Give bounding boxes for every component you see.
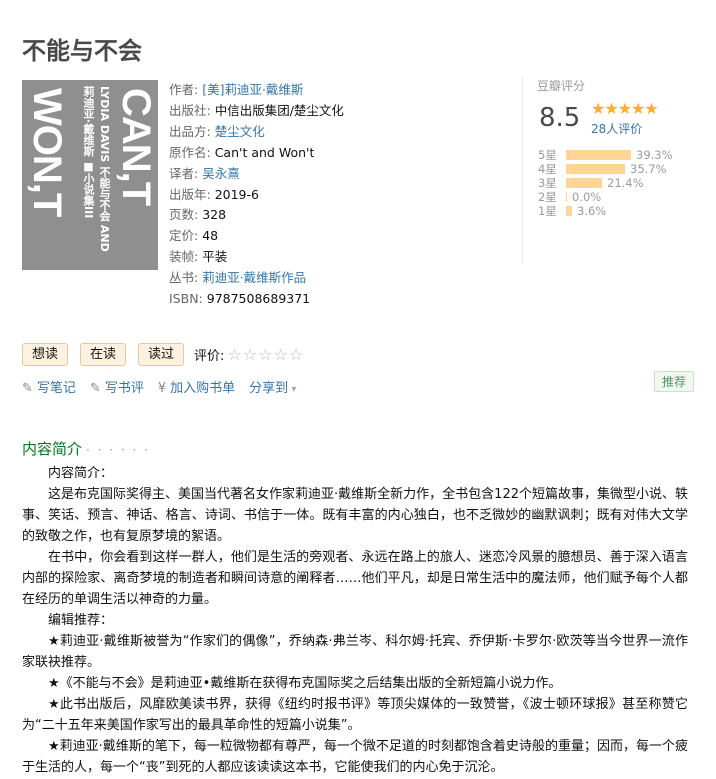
info-label: 定价: bbox=[169, 228, 199, 244]
rating-bar-fill bbox=[566, 150, 631, 160]
intro-paragraph: 在书中，你会看到这样一群人，他们是生活的旁观者、永远在路上的旅人、迷恋冷风景的臆… bbox=[22, 550, 688, 607]
write-review-label[interactable]: 写书评 bbox=[105, 381, 144, 396]
info-label: 装帧: bbox=[169, 249, 199, 265]
rating-bar-row: 1星 3.6% bbox=[538, 204, 673, 218]
rating-bar-fill bbox=[566, 192, 567, 202]
rate-stars-input[interactable]: ☆☆☆☆☆ bbox=[227, 345, 304, 364]
original-title-value: Can't and Won't bbox=[214, 144, 315, 160]
write-note-label[interactable]: 写笔记 bbox=[37, 381, 76, 396]
info-row-binding: 装帧: 平装 bbox=[169, 247, 344, 268]
rating-bar-percent: 0.0% bbox=[572, 190, 602, 204]
intro-paragraph: ★《不能与不会》是莉迪亚•戴维斯在获得布克国际奖之后结集出版的全新短篇小说力作。 bbox=[48, 676, 562, 691]
translator-link[interactable]: 吴永熹 bbox=[202, 166, 240, 181]
write-note-link[interactable]: ✎ 写笔记 bbox=[22, 377, 76, 396]
recommend-button[interactable]: 推荐 bbox=[654, 371, 695, 392]
book-cover[interactable]: WON,T 莉迪亚·戴维斯 ■小说集III LYDIA DAVIS 不能与不会 … bbox=[22, 80, 158, 270]
want-to-read-button[interactable]: 想读 bbox=[22, 343, 69, 366]
info-row-year: 出版年: 2019-6 bbox=[169, 185, 344, 206]
info-label: 页数: bbox=[169, 207, 199, 223]
have-read-button[interactable]: 读过 bbox=[138, 343, 185, 366]
intro-text: 内容简介： 这是布克国际奖得主、美国当代著名女作家莉迪亚·戴维斯全新力作，全书包含… bbox=[22, 463, 688, 778]
year-value: 2019-6 bbox=[214, 186, 259, 202]
chevron-down-icon: ▾ bbox=[288, 384, 297, 395]
rating-distribution: 5星 39.3% 4星 35.7% 3星 21.4% 2星 0.0% 1星 3.6% bbox=[538, 148, 673, 218]
reading-button[interactable]: 在读 bbox=[80, 343, 127, 366]
rating-panel: 豆瓣评分 8.5 ★★★★★ 28人评价 5星 39.3% 4星 35.7% 3星 21.… bbox=[522, 77, 711, 263]
rating-score: 8.5 bbox=[539, 103, 581, 133]
pencil-icon: ✎ bbox=[89, 381, 101, 396]
add-to-cart-label[interactable]: 加入购书单 bbox=[170, 381, 235, 396]
info-row-author: 作者: [美]莉迪亚·戴维斯 bbox=[169, 80, 344, 101]
info-row-isbn: ISBN: 9787508689371 bbox=[169, 289, 344, 310]
rating-count-link[interactable]: 28人评价 bbox=[591, 120, 642, 137]
price-value: 48 bbox=[202, 228, 219, 244]
info-label: 译者: bbox=[169, 165, 199, 181]
intro-paragraph: ★莉迪亚·戴维斯的笔下，每一粒微物都有尊严，每一个微不足道的时刻都饱含着史诗般的… bbox=[22, 739, 688, 775]
rating-bar-fill bbox=[566, 206, 572, 216]
intro-paragraph: ★莉迪亚·戴维斯被誉为“作家们的偶像”，乔纳森·弗兰岑、科尔姆·托宾、乔伊斯·卡… bbox=[22, 634, 688, 670]
rating-bar-row: 5星 39.3% bbox=[538, 148, 673, 162]
isbn-value: 9787508689371 bbox=[206, 291, 311, 307]
intro-title-dots: · · · · · · bbox=[86, 443, 150, 457]
rating-bar-percent: 39.3% bbox=[636, 148, 673, 162]
rating-bar-row: 4星 35.7% bbox=[538, 162, 673, 176]
pencil-icon: ✎ bbox=[22, 381, 33, 396]
publisher-value: 中信出版集团/楚尘文化 bbox=[214, 102, 344, 118]
info-label: 作者: bbox=[169, 82, 199, 97]
intro-paragraph: ★此书出版后，风靡欧美读书界，获得《纽约时报书评》等顶尖媒体的一致赞誉，《波士顿… bbox=[22, 697, 688, 733]
share-dropdown[interactable]: 分享到 ▾ bbox=[249, 377, 296, 396]
rating-bar-percent: 21.4% bbox=[607, 176, 644, 190]
rating-bar-row: 2星 0.0% bbox=[538, 190, 673, 204]
info-row-series: 丛书: 莉迪亚·戴维斯作品 bbox=[169, 268, 344, 289]
intro-section-title: 内容简介 · · · · · · bbox=[22, 438, 150, 459]
info-label: 出版年: bbox=[169, 186, 211, 202]
add-to-cart-link[interactable]: ¥ 加入购书单 bbox=[158, 377, 235, 396]
rating-bar-label: 1星 bbox=[538, 204, 557, 218]
rating-stars-icon: ★★★★★ bbox=[591, 99, 659, 118]
series-link[interactable]: 莉迪亚·戴维斯作品 bbox=[202, 270, 306, 285]
info-row-pages: 页数: 328 bbox=[169, 205, 344, 226]
author-link[interactable]: [美]莉迪亚·戴维斯 bbox=[202, 82, 303, 97]
pages-value: 328 bbox=[202, 207, 227, 223]
book-info: 作者: [美]莉迪亚·戴维斯 出版社: 中信出版集团/楚尘文化 出品方: 楚尘文… bbox=[169, 80, 344, 310]
page-title: 不能与不会 bbox=[22, 37, 142, 65]
cover-title-right: CAN,T bbox=[114, 88, 158, 206]
info-label: 出版社: bbox=[169, 102, 211, 118]
info-label: 原作名: bbox=[169, 144, 211, 160]
tool-links: ✎ 写笔记 ✎ 写书评 ¥ 加入购书单 分享到 ▾ bbox=[22, 377, 310, 396]
action-bar: 想读 在读 读过 评价: ☆☆☆☆☆ bbox=[22, 343, 304, 366]
rate-label: 评价: bbox=[194, 349, 225, 364]
info-row-price: 定价: 48 bbox=[169, 226, 344, 247]
intro-paragraph: 编辑推荐： bbox=[48, 613, 114, 628]
cover-author-en: LYDIA DAVIS 不能与不会 AND bbox=[98, 86, 111, 252]
info-label: 出品方: bbox=[169, 123, 211, 139]
info-label: ISBN: bbox=[169, 291, 203, 307]
intro-paragraph: 内容简介： bbox=[48, 466, 114, 481]
rating-bar-fill bbox=[566, 178, 602, 188]
binding-value: 平装 bbox=[202, 249, 228, 265]
yen-icon: ¥ bbox=[157, 381, 167, 396]
rating-bar-row: 3星 21.4% bbox=[538, 176, 673, 190]
rating-bar-percent: 35.7% bbox=[630, 162, 667, 176]
cover-author-cn: 莉迪亚·戴维斯 ■小说集III bbox=[82, 86, 95, 219]
write-review-link[interactable]: ✎ 写书评 bbox=[90, 377, 144, 396]
producer-link[interactable]: 楚尘文化 bbox=[215, 124, 265, 139]
intro-paragraph: 这是布克国际奖得主、美国当代著名女作家莉迪亚·戴维斯全新力作，全书包含122个短… bbox=[22, 487, 688, 544]
intro-title-text: 内容简介 bbox=[22, 440, 83, 458]
info-row-publisher: 出版社: 中信出版集团/楚尘文化 bbox=[169, 101, 344, 122]
info-row-producer: 出品方: 楚尘文化 bbox=[169, 122, 344, 143]
info-label: 丛书: bbox=[169, 270, 199, 286]
rating-bar-percent: 3.6% bbox=[577, 204, 607, 218]
share-label[interactable]: 分享到 bbox=[249, 381, 288, 396]
cover-title-left: WON,T bbox=[25, 88, 69, 217]
rating-label: 豆瓣评分 bbox=[537, 79, 586, 93]
rating-bar-fill bbox=[566, 164, 625, 174]
info-row-original-title: 原作名: Can't and Won't bbox=[169, 143, 344, 164]
info-row-translator: 译者: 吴永熹 bbox=[169, 164, 344, 185]
